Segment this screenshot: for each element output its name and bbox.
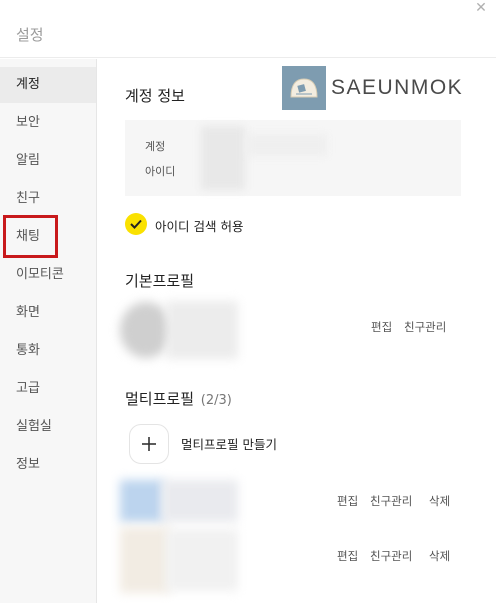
sidebar-item-advanced[interactable]: 고급: [0, 371, 96, 407]
close-icon[interactable]: ✕: [470, 0, 492, 18]
sidebar-item-emoticons[interactable]: 이모티콘: [0, 257, 96, 293]
multi-profile-1-delete-link[interactable]: 삭제: [429, 493, 450, 509]
window-title: 설정: [16, 26, 44, 44]
basic-profile-manage-friends-link[interactable]: 친구관리: [404, 319, 446, 335]
multi-profile-2-delete-link[interactable]: 삭제: [429, 548, 450, 564]
account-info-heading: 계정 정보: [125, 87, 185, 105]
multi-profile-count: (2/3): [200, 393, 232, 408]
basic-profile-edit-link[interactable]: 편집: [371, 319, 392, 335]
sidebar-item-info[interactable]: 정보: [0, 447, 96, 483]
sidebar-item-friends[interactable]: 친구: [0, 181, 96, 217]
logo-text: SAEUNMOK: [331, 76, 464, 99]
sidebar-item-chat[interactable]: 채팅: [0, 219, 96, 255]
multi-profile-1-name-redacted: [162, 480, 238, 522]
check-icon: [130, 219, 142, 229]
add-multi-profile-label[interactable]: 멀티프로필 만들기: [181, 434, 277, 453]
sidebar-item-account[interactable]: 계정: [0, 67, 96, 103]
multi-profile-title: 멀티프로필: [125, 390, 195, 408]
multi-profile-2-avatar[interactable]: [120, 527, 170, 593]
account-label: 계정: [145, 140, 166, 153]
logo-badge-icon: [282, 66, 326, 110]
sidebar-item-security[interactable]: 보안: [0, 105, 96, 141]
sidebar-item-display[interactable]: 화면: [0, 295, 96, 331]
allow-id-search-checkbox[interactable]: [125, 213, 147, 235]
plus-icon: [142, 437, 156, 451]
account-value-redacted: [201, 126, 245, 190]
account-info-box: 계정 아이디: [125, 120, 461, 196]
sidebar-item-notifications[interactable]: 알림: [0, 143, 96, 179]
multi-profile-heading: 멀티프로필 (2/3): [125, 388, 232, 409]
multi-profile-1-avatar[interactable]: [120, 480, 164, 522]
add-multi-profile-button[interactable]: [129, 424, 169, 464]
account-value-redacted: [247, 134, 327, 156]
multi-profile-1-manage-friends-link[interactable]: 친구관리: [370, 493, 412, 509]
sidebar-item-labs[interactable]: 실험실: [0, 409, 96, 445]
sidebar-item-calls[interactable]: 통화: [0, 333, 96, 369]
settings-content: 계정 정보 SAEUNMOK 계정 아이디 아이디 검색 허용 기본프로필 편집…: [98, 59, 496, 603]
multi-profile-2-edit-link[interactable]: 편집: [337, 548, 358, 564]
basic-profile-avatar[interactable]: [120, 302, 172, 358]
allow-id-search-label: 아이디 검색 허용: [155, 219, 244, 234]
basic-profile-heading: 기본프로필: [125, 272, 195, 290]
basic-profile-name-redacted: [166, 301, 238, 359]
window-titlebar: 설정 ✕: [0, 0, 496, 58]
settings-sidebar: 계정 보안 알림 친구 채팅 이모티콘 화면 통화 고급 실험실 정보: [0, 59, 97, 603]
multi-profile-2-manage-friends-link[interactable]: 친구관리: [370, 548, 412, 564]
id-label: 아이디: [145, 165, 176, 178]
saeunmok-logo: SAEUNMOK: [282, 66, 463, 110]
multi-profile-2-name-redacted: [166, 529, 238, 591]
multi-profile-1-edit-link[interactable]: 편집: [337, 493, 358, 509]
